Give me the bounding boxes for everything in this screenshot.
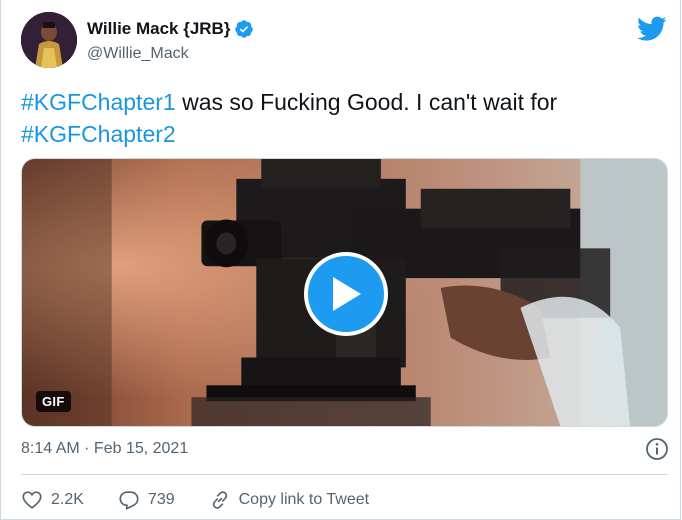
author-handle[interactable]: @Willie_Mack	[87, 45, 189, 63]
tweet-timestamp[interactable]: 8:14 AM · Feb 15, 2021	[21, 440, 188, 458]
tweet-text: #KGFChapter1 was so Fucking Good. I can'…	[21, 86, 661, 150]
heart-icon	[22, 491, 42, 509]
reply-button[interactable]: 739	[118, 489, 175, 511]
play-button[interactable]	[304, 252, 388, 336]
like-button[interactable]: 2.2K	[21, 489, 84, 511]
avatar[interactable]	[21, 12, 77, 68]
tweet-card: Willie Mack {JRB} @Willie_Mack #KGFChapt…	[0, 0, 681, 520]
reply-count: 739	[147, 491, 175, 508]
tweet-body-text: was so Fucking Good. I can't wait for	[175, 89, 558, 115]
link-icon	[212, 491, 227, 509]
copy-link-label: Copy link to Tweet	[238, 491, 370, 508]
copy-link-button[interactable]: Copy link to Tweet	[209, 489, 369, 511]
hashtag-link[interactable]: #KGFChapter1	[21, 89, 176, 115]
author-name[interactable]: Willie Mack {JRB}	[87, 19, 254, 39]
gif-media[interactable]: GIF	[21, 158, 668, 427]
author-name-text[interactable]: Willie Mack {JRB}	[87, 19, 230, 39]
tweet-actions: 2.2K 739 Copy link to Tweet	[21, 486, 403, 514]
info-icon[interactable]	[645, 437, 669, 461]
verified-badge-icon	[235, 20, 254, 38]
like-count: 2.2K	[51, 491, 84, 508]
hashtag-link[interactable]: #KGFChapter2	[21, 121, 176, 147]
play-icon	[333, 277, 361, 311]
reply-icon	[119, 491, 139, 510]
divider	[21, 474, 668, 475]
twitter-bird-icon[interactable]	[637, 16, 667, 42]
gif-badge: GIF	[36, 391, 71, 412]
